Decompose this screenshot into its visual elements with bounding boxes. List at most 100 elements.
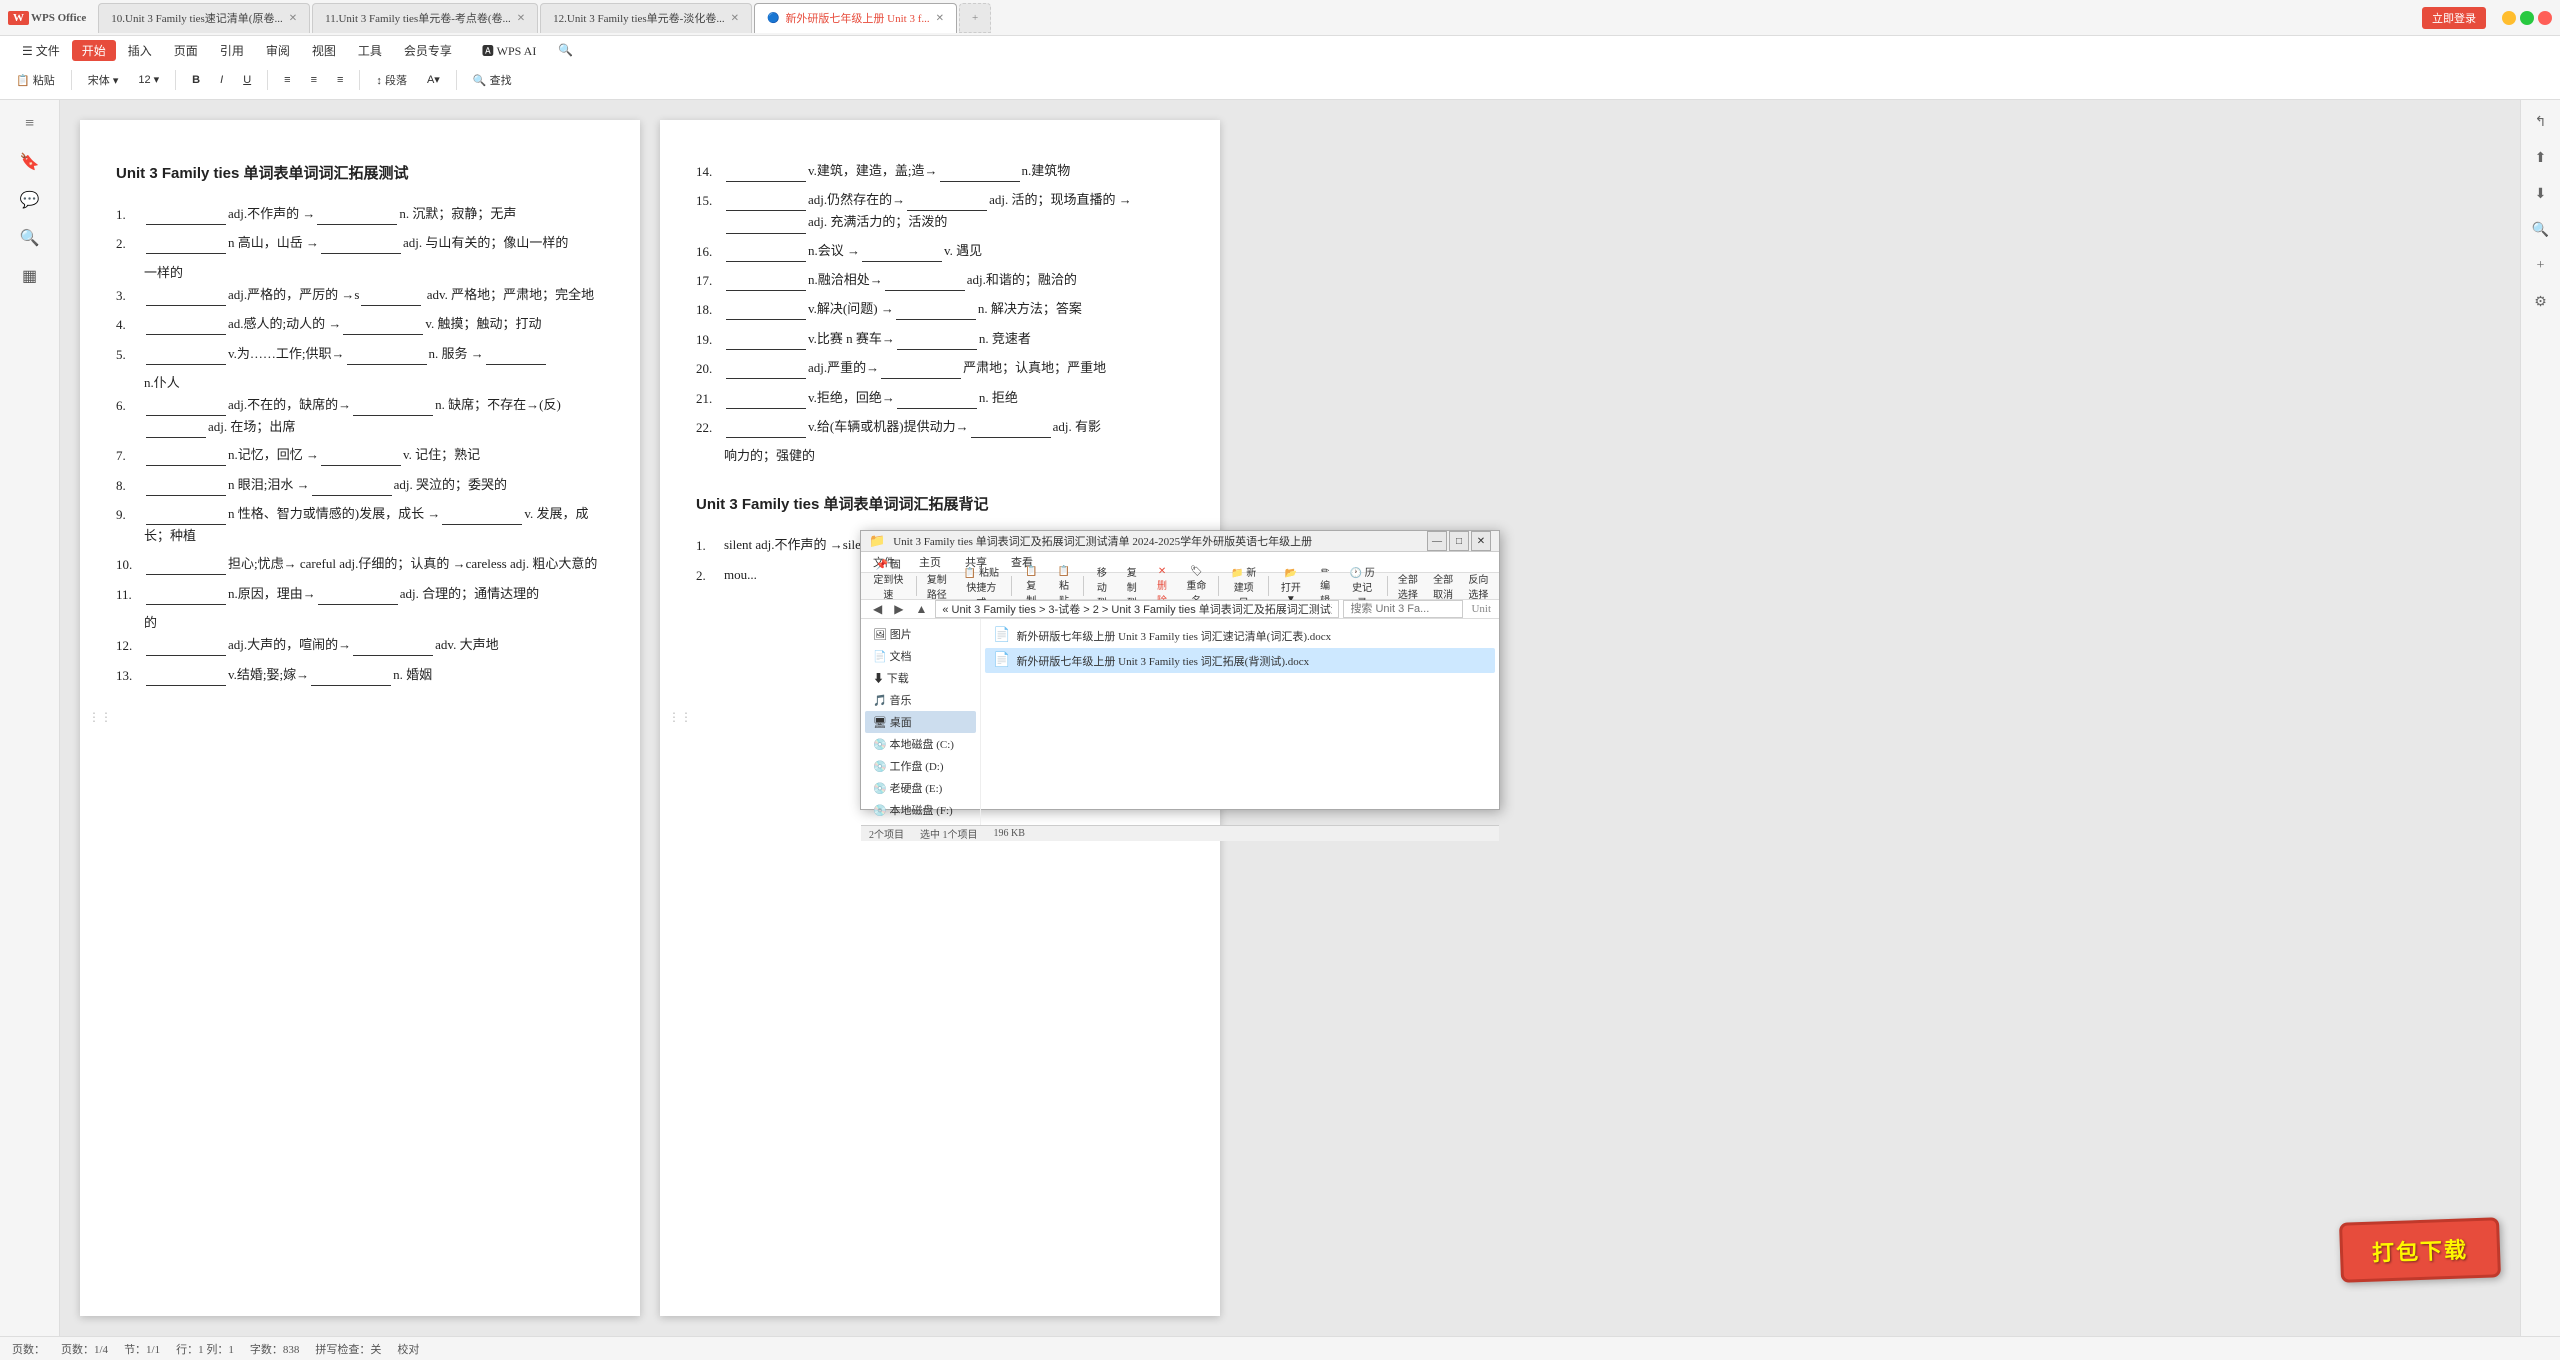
fe-search-input[interactable]	[1343, 600, 1463, 618]
sidebar-comment[interactable]: 💬	[14, 184, 46, 216]
list-item: 4. ad.感人的;动人的 →v. 触摸；触动；打动	[116, 313, 604, 336]
tab-3-close[interactable]: ✕	[731, 13, 739, 24]
fe-menu-home[interactable]: 主页	[915, 552, 945, 572]
fe-copy2[interactable]: 复制到	[1118, 573, 1146, 599]
sep1	[71, 70, 72, 90]
fe-path-input[interactable]	[935, 600, 1339, 618]
page-count: 页数：1/4	[61, 1341, 108, 1357]
fe-delete[interactable]: ✕ 删除	[1148, 573, 1177, 599]
color-btn[interactable]: A▾	[419, 71, 448, 88]
find-replace[interactable]: 🔍 查找	[465, 70, 520, 90]
menu-view[interactable]: 视图	[302, 40, 346, 61]
sidebar-navigation[interactable]: ≡	[14, 108, 46, 140]
align-right[interactable]: ≡	[329, 72, 351, 88]
fe-nav-d[interactable]: 💿 工作盘 (D:)	[865, 755, 976, 777]
fe-rename[interactable]: 🏷 重命名	[1178, 573, 1214, 599]
sidebar-bookmark[interactable]: 🔖	[14, 146, 46, 178]
fe-sep4	[1218, 576, 1219, 596]
fe-copy-path[interactable]: 复制路径	[920, 573, 953, 599]
fe-select-all[interactable]: 全部选择	[1391, 573, 1424, 599]
underline-btn[interactable]: U	[235, 72, 259, 88]
right-icon-6[interactable]: ⚙	[2527, 288, 2555, 316]
tab-3[interactable]: 12.Unit 3 Family ties单元卷-淡化卷... ✕	[540, 3, 752, 33]
fe-nav-desktop[interactable]: 🖥 桌面	[865, 711, 976, 733]
fe-nav-c[interactable]: 💿 本地磁盘 (C:)	[865, 733, 976, 755]
right-icon-4[interactable]: 🔍	[2527, 216, 2555, 244]
fe-edit[interactable]: ✏ 编辑	[1311, 573, 1340, 599]
register-btn[interactable]: 立即登录	[2422, 7, 2486, 29]
tab-4[interactable]: 🔵 新外研版七年级上册 Unit 3 f... ✕	[754, 3, 957, 33]
fe-file-1[interactable]: 📄 新外研版七年级上册 Unit 3 Family ties 词汇速记清单(词汇…	[985, 623, 1495, 648]
list-item: 12. adj.大声的，喧闹的→adv. 大声地	[116, 634, 604, 657]
fe-copy[interactable]: 📋 复制	[1016, 573, 1047, 599]
fe-new-item[interactable]: 📁 新建项目	[1223, 573, 1264, 599]
close-btn[interactable]	[2538, 11, 2552, 25]
align-center[interactable]: ≡	[303, 72, 325, 88]
fe-nav-e[interactable]: 💿 老硬盘 (E:)	[865, 777, 976, 799]
fe-paste[interactable]: 📋 粘贴	[1049, 573, 1080, 599]
sep3	[267, 70, 268, 90]
right-icon-2[interactable]: ⬆	[2527, 144, 2555, 172]
minimize-btn[interactable]	[2502, 11, 2516, 25]
menu-reference[interactable]: 引用	[210, 40, 254, 61]
download-button[interactable]: 打包下载	[2339, 1217, 2501, 1283]
fe-paste-shortcut[interactable]: 📋 粘贴快捷方式	[955, 573, 1007, 599]
sidebar-search2[interactable]: 🔍	[14, 222, 46, 254]
right-icon-5[interactable]: +	[2527, 252, 2555, 280]
fe-toolbar: 📌 固定到快速访问 复制路径 📋 粘贴快捷方式 📋 复制 📋 粘贴 移动到 复制…	[861, 573, 1499, 600]
fe-maximize[interactable]: □	[1449, 531, 1469, 551]
fe-deselect-all[interactable]: 全部取消	[1427, 573, 1460, 599]
fe-back[interactable]: ◀	[869, 602, 886, 617]
right-icon-3[interactable]: ⬇	[2527, 180, 2555, 208]
file-explorer-window: 📁 Unit 3 Family ties 单词表词汇及拓展词汇测试清单 2024…	[860, 530, 1500, 810]
align-left[interactable]: ≡	[276, 72, 298, 88]
menu-tools[interactable]: 工具	[348, 40, 392, 61]
fe-size: 196 KB	[994, 828, 1025, 839]
tab-1-close[interactable]: ✕	[289, 13, 297, 24]
fe-open[interactable]: 📂 打开▼	[1273, 573, 1309, 599]
fe-nav-pictures[interactable]: 🖼 图片	[865, 623, 976, 645]
tab-4-close[interactable]: ✕	[936, 13, 944, 24]
bold-btn[interactable]: B	[184, 72, 208, 88]
menu-search[interactable]: 🔍	[548, 41, 583, 60]
menu-review[interactable]: 审阅	[256, 40, 300, 61]
maximize-btn[interactable]	[2520, 11, 2534, 25]
menu-page[interactable]: 页面	[164, 40, 208, 61]
fe-move[interactable]: 移动到	[1088, 573, 1116, 599]
doc-title-left: Unit 3 Family ties 单词表单词词汇拓展测试	[116, 160, 604, 187]
list-item: 13. v.结婚;娶;嫁→n. 婚姻	[116, 664, 604, 687]
fe-history[interactable]: 🕐 历史记录	[1341, 573, 1382, 599]
fe-file-2[interactable]: 📄 新外研版七年级上册 Unit 3 Family ties 词汇拓展(背测试)…	[985, 648, 1495, 673]
fe-up[interactable]: ▲	[911, 602, 931, 617]
menu-wpsai[interactable]: 🅰 WPS AI	[472, 40, 546, 61]
fe-title: Unit 3 Family ties 单词表词汇及拓展词汇测试清单 2024-2…	[893, 533, 1419, 549]
menu-home[interactable]: 开始	[72, 40, 116, 61]
menu-insert[interactable]: 插入	[118, 40, 162, 61]
fe-nav-music[interactable]: 🎵 音乐	[865, 689, 976, 711]
menu-file[interactable]: ☰ 文件	[12, 40, 70, 61]
tab-2-close[interactable]: ✕	[517, 13, 525, 24]
fe-nav-f[interactable]: 💿 本地磁盘 (F:)	[865, 799, 976, 821]
paragraph-spacing[interactable]: ↕ 段落	[368, 70, 415, 90]
list-item: 18. v.解决(问题) →n. 解决方法；答案	[696, 298, 1184, 321]
tab-2[interactable]: 11.Unit 3 Family ties单元卷-考点卷(卷... ✕	[312, 3, 538, 33]
right-icon-1[interactable]: ↰	[2527, 108, 2555, 136]
font-size[interactable]: 12 ▾	[130, 71, 167, 88]
new-tab[interactable]: +	[959, 3, 991, 33]
fe-close[interactable]: ✕	[1471, 531, 1491, 551]
paste-btn[interactable]: 📋 粘贴	[8, 70, 63, 90]
italic-btn[interactable]: I	[212, 72, 231, 88]
fe-nav-documents[interactable]: 📄 文档	[865, 645, 976, 667]
fe-minimize[interactable]: —	[1427, 531, 1447, 551]
sep2	[175, 70, 176, 90]
sidebar-thumbnail[interactable]: ▦	[14, 260, 46, 292]
list-item: 1. adj.不作声的 →n. 沉默；寂静；无声	[116, 203, 604, 226]
font-select[interactable]: 宋体 ▾	[80, 70, 127, 90]
menu-vip[interactable]: 会员专享	[394, 40, 462, 61]
tab-1[interactable]: 10.Unit 3 Family ties速记清单(原卷... ✕	[98, 3, 310, 33]
top-right-controls: 立即登录	[2422, 7, 2552, 29]
fe-forward[interactable]: ▶	[890, 602, 907, 617]
fe-nav-downloads[interactable]: ⬇ 下载	[865, 667, 976, 689]
fe-invert-select[interactable]: 反向选择	[1462, 573, 1495, 599]
fe-pin-btn[interactable]: 📌 固定到快速访问	[865, 573, 912, 599]
